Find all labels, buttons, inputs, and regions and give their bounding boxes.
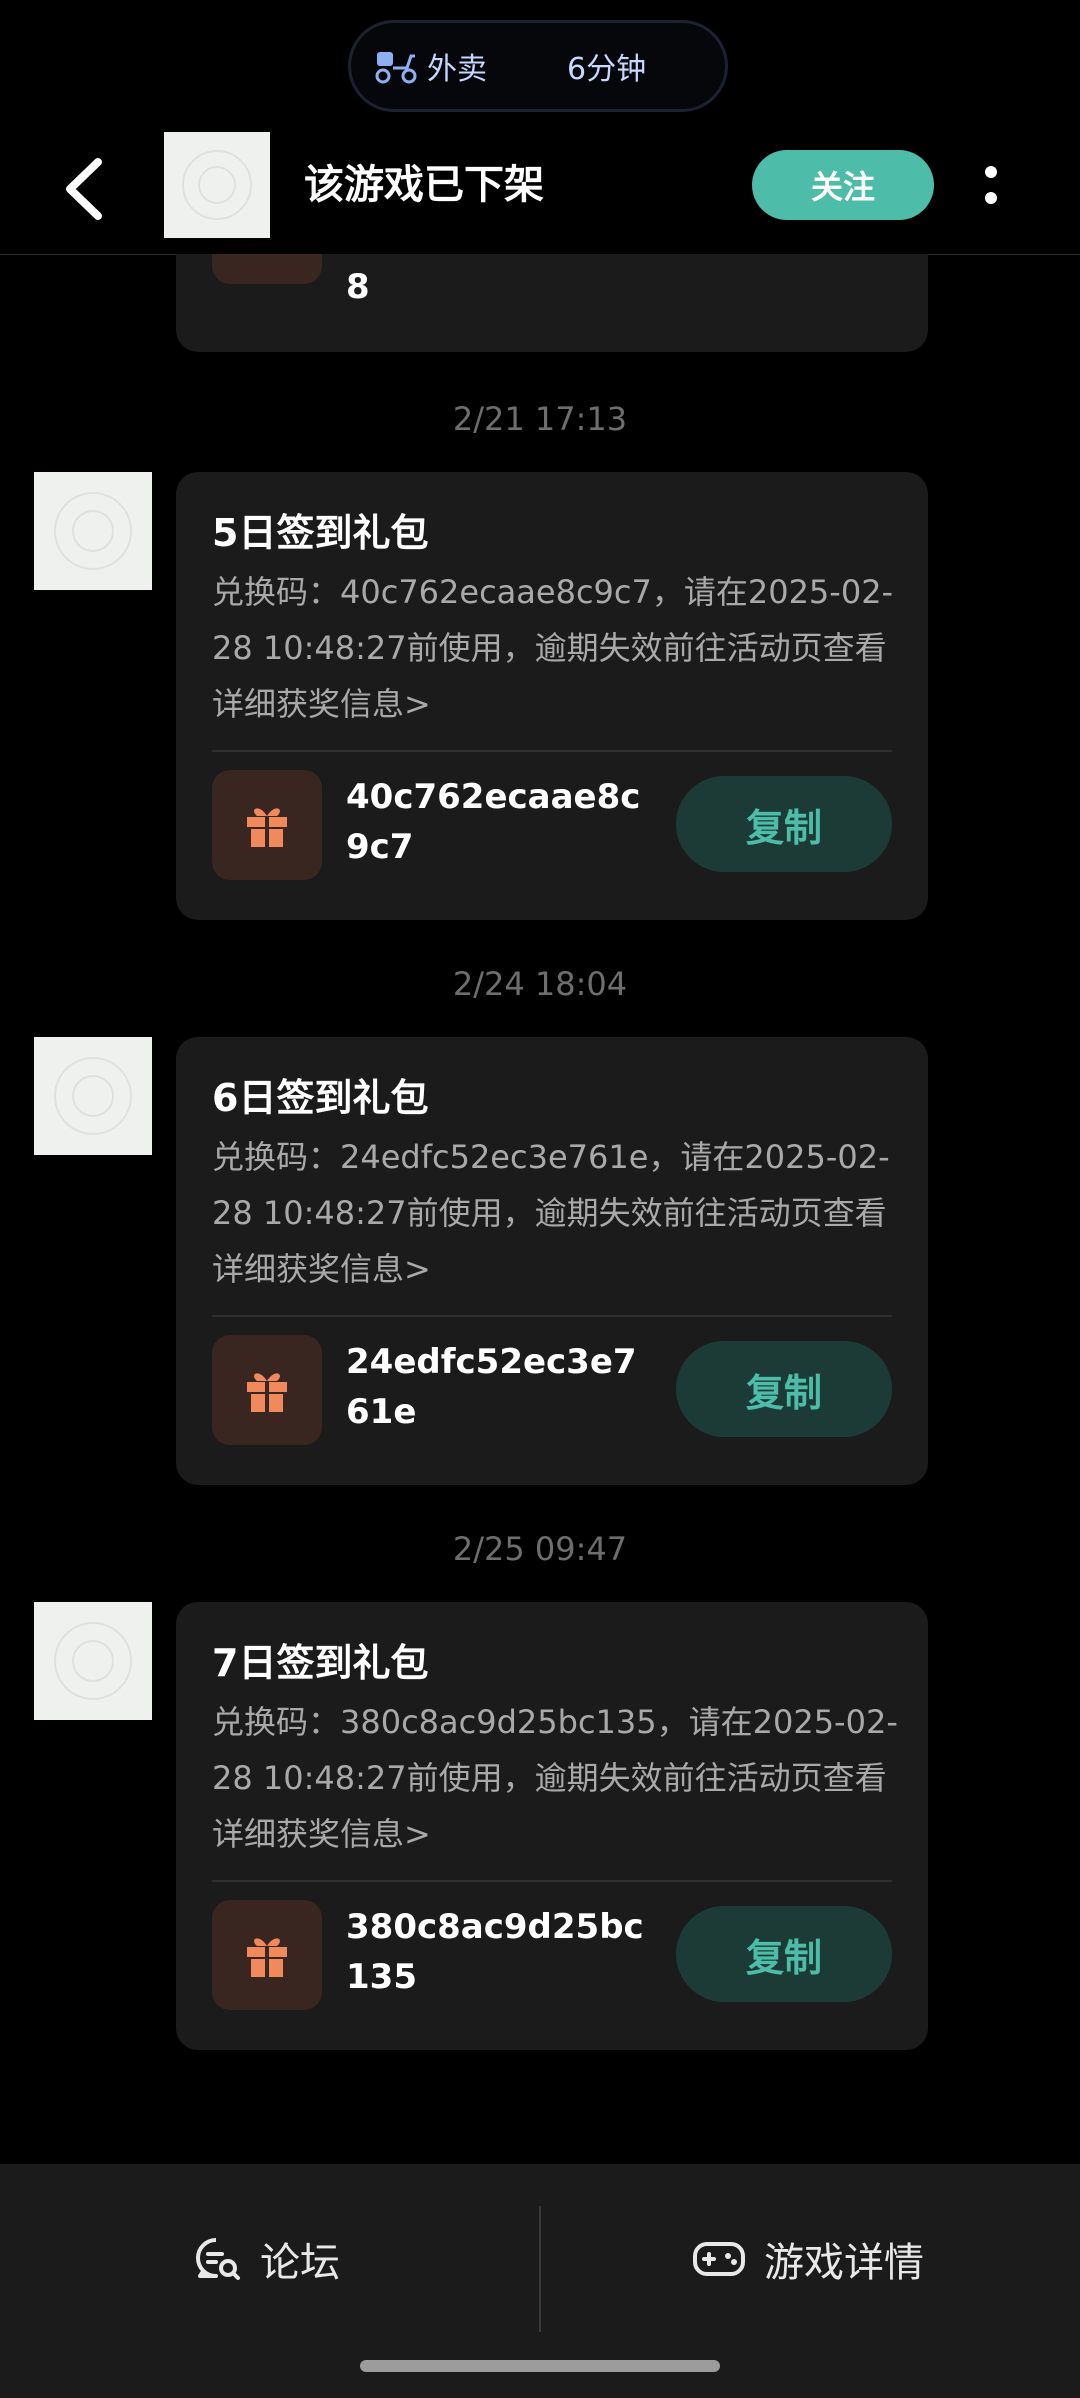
message-feed[interactable]: 8 复制 2/21 17:13 5日签到礼包 兑换码：40c762ecaae8c…	[0, 254, 1080, 2164]
home-indicator[interactable]	[360, 2360, 720, 2372]
gift-message-card[interactable]: 7日签到礼包 兑换码：380c8ac9d25bc135，请在2025-02-28…	[176, 1602, 928, 2050]
redeem-code: 8	[346, 267, 370, 307]
sender-avatar[interactable]	[34, 1037, 152, 1155]
game-detail-label: 游戏详情	[764, 2240, 924, 2286]
follow-button[interactable]: 关注	[752, 150, 934, 220]
gift-badge	[212, 1900, 322, 2010]
more-options-icon[interactable]	[976, 158, 1006, 218]
top-bar: 该游戏已下架 关注	[0, 124, 1080, 255]
gift-icon	[247, 1373, 287, 1412]
card-title: 7日签到礼包	[212, 1641, 429, 1685]
divider	[212, 750, 892, 752]
message-timestamp: 2/25 09:47	[452, 1530, 628, 1568]
bottom-nav: 论坛 游戏详情	[0, 2164, 1080, 2398]
card-title: 5日签到礼包	[212, 511, 429, 555]
nav-divider	[539, 2206, 541, 2332]
avatar-placeholder-icon	[182, 150, 252, 220]
message-card-partial: 8 复制	[176, 254, 928, 352]
gift-icon	[247, 1938, 287, 1977]
forum-chat-icon	[196, 2238, 240, 2280]
forum-tab[interactable]: 论坛	[192, 2224, 340, 2294]
gift-badge	[212, 1335, 322, 1445]
avatar-placeholder-icon	[54, 1057, 132, 1135]
redeem-code: 40c762ecaae8c9c7	[346, 777, 641, 867]
gift-icon	[241, 254, 293, 255]
gift-icon	[247, 808, 287, 847]
gift-message-card[interactable]: 6日签到礼包 兑换码：24edfc52ec3e761e，请在2025-02-28…	[176, 1037, 928, 1485]
delivery-service-label: 外卖	[427, 52, 487, 87]
copy-button[interactable]: 复制	[676, 1906, 892, 2002]
card-title: 6日签到礼包	[212, 1076, 429, 1120]
redeem-code: 380c8ac9d25bc135	[346, 1907, 644, 1997]
delivery-status-capsule[interactable]: 外卖 6分钟	[348, 20, 728, 112]
sender-avatar[interactable]	[34, 1602, 152, 1720]
redeem-code: 24edfc52ec3e761e	[346, 1342, 637, 1432]
game-detail-tab[interactable]: 游戏详情	[692, 2224, 924, 2294]
forum-label: 论坛	[260, 2240, 340, 2286]
card-description[interactable]: 兑换码：380c8ac9d25bc135，请在2025-02-28 10:48:…	[212, 1694, 902, 1862]
sender-avatar[interactable]	[34, 472, 152, 590]
gift-message-card[interactable]: 5日签到礼包 兑换码：40c762ecaae8c9c7，请在2025-02-28…	[176, 472, 928, 920]
avatar-placeholder-icon	[54, 492, 132, 570]
scooter-icon	[375, 52, 417, 84]
copy-button[interactable]: 复制	[676, 776, 892, 872]
gift-badge	[212, 770, 322, 880]
message-timestamp: 2/24 18:04	[452, 965, 628, 1003]
divider	[212, 1880, 892, 1882]
back-arrow-icon[interactable]	[58, 154, 118, 224]
gamepad-icon	[693, 2242, 745, 2276]
game-avatar[interactable]	[164, 132, 270, 238]
delivery-eta: 6分钟	[567, 52, 647, 87]
card-description[interactable]: 兑换码：40c762ecaae8c9c7，请在2025-02-28 10:48:…	[212, 564, 902, 732]
avatar-placeholder-icon	[54, 1622, 132, 1700]
divider	[212, 1315, 892, 1317]
message-timestamp: 2/21 17:13	[452, 400, 628, 438]
card-description[interactable]: 兑换码：24edfc52ec3e761e，请在2025-02-28 10:48:…	[212, 1129, 902, 1297]
gift-badge	[212, 254, 322, 284]
copy-button[interactable]: 复制	[676, 1341, 892, 1437]
page-title: 该游戏已下架	[304, 162, 544, 208]
